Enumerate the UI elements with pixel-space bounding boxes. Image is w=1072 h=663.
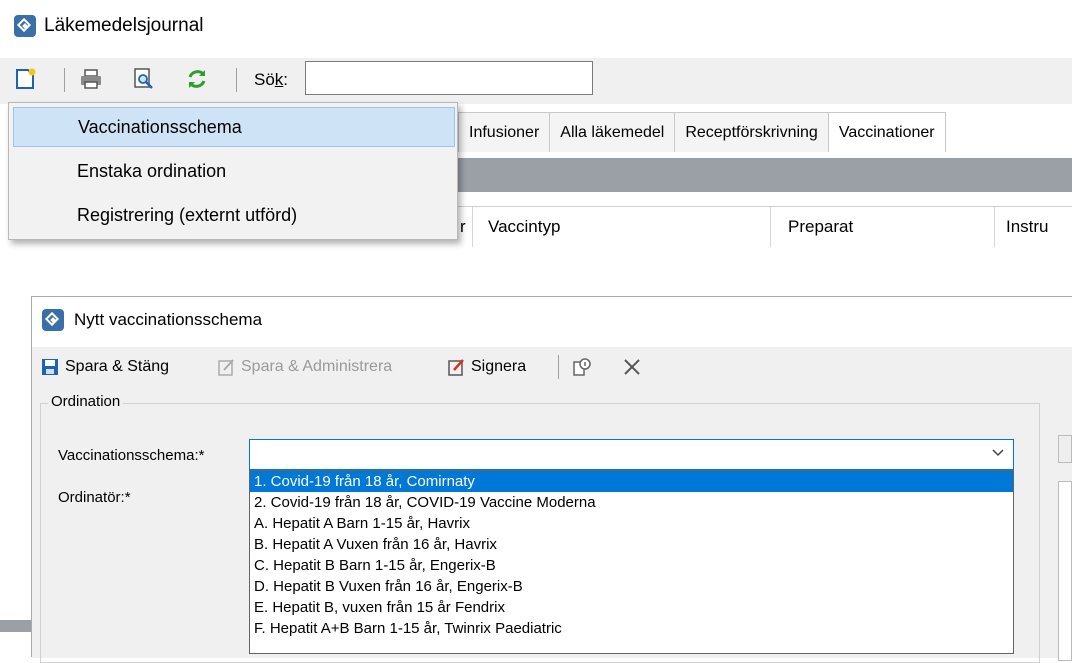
- app-logo-icon: [14, 15, 36, 37]
- save-icon: [42, 359, 58, 375]
- app-title-bar: Läkemedelsjournal: [14, 12, 204, 40]
- print-preview-button[interactable]: [128, 64, 158, 94]
- sign-icon: [448, 359, 464, 376]
- schedule-label: Vaccinationsschema:*: [58, 447, 205, 464]
- print-preview-icon: [134, 68, 153, 89]
- list-item[interactable]: C. Hepatit B Barn 1-15 år, Engerix-B: [250, 555, 1013, 576]
- right-panel-box: [1058, 481, 1072, 661]
- new-button[interactable]: [10, 64, 40, 94]
- grid-group-bar: [458, 158, 1072, 192]
- list-item[interactable]: D. Hepatit B Vuxen från 16 år, Engerix-B: [250, 576, 1013, 597]
- schedule-combobox[interactable]: [249, 439, 1014, 470]
- info-document-icon: [573, 358, 591, 376]
- column-header-preparat[interactable]: Preparat: [788, 217, 853, 237]
- list-item[interactable]: E. Hepatit B, vuxen från 15 år Fendrix: [250, 597, 1013, 618]
- column-header-instruktion[interactable]: Instru: [1006, 217, 1049, 237]
- list-item[interactable]: B. Hepatit A Vuxen från 16 år, Havrix: [250, 534, 1013, 555]
- toolbar-separator: [64, 68, 65, 92]
- menu-item-vaccinationsschema[interactable]: Vaccinationsschema: [13, 107, 455, 147]
- app-title: Läkemedelsjournal: [44, 15, 204, 36]
- list-item[interactable]: 1. Covid-19 från 18 år, Comirnaty: [250, 471, 1013, 492]
- save-close-button[interactable]: Spara & Stäng: [40, 357, 169, 377]
- sign-button[interactable]: Signera: [446, 357, 526, 377]
- right-panel-tab[interactable]: [1058, 435, 1072, 463]
- save-administer-button[interactable]: Spara & Administrera: [216, 357, 392, 377]
- close-button[interactable]: [622, 357, 642, 377]
- tab-vaccinationer[interactable]: Vaccinationer: [827, 112, 946, 152]
- refresh-button[interactable]: [182, 64, 212, 94]
- tab-infusioner[interactable]: Infusioner: [458, 112, 551, 152]
- main-toolbar: Sök:: [0, 58, 1072, 104]
- new-document-icon: [16, 68, 36, 89]
- menu-item-enstaka-ordination[interactable]: Enstaka ordination: [13, 151, 455, 191]
- close-icon: [624, 359, 640, 375]
- refresh-icon: [188, 70, 206, 88]
- prescriber-label: Ordinatör:*: [58, 489, 131, 506]
- info-button[interactable]: [572, 357, 592, 377]
- search-input[interactable]: [305, 61, 593, 95]
- dialog-title-bar: Nytt vaccinationsschema: [42, 309, 262, 331]
- dialog-logo-icon: [42, 309, 64, 331]
- ordination-group-label: Ordination: [48, 393, 124, 410]
- edit-disabled-icon: [218, 359, 234, 376]
- schedule-dropdown-list: 1. Covid-19 från 18 år, Comirnaty 2. Cov…: [249, 470, 1014, 654]
- tab-alla-lakemedel[interactable]: Alla läkemedel: [549, 112, 676, 152]
- search-label: Sök:: [254, 70, 289, 89]
- column-header-partial[interactable]: r: [460, 217, 466, 237]
- new-dropdown-menu: Vaccinationsschema Enstaka ordination Re…: [8, 102, 458, 240]
- list-item[interactable]: 2. Covid-19 från 18 år, COVID-19 Vaccine…: [250, 492, 1013, 513]
- tab-receptforskrivning[interactable]: Receptförskrivning: [674, 112, 829, 152]
- new-vaccination-schedule-dialog: Nytt vaccinationsschema Spara & Stäng Sp…: [31, 296, 1072, 663]
- list-item[interactable]: F. Hepatit A+B Barn 1-15 år, Twinrix Pae…: [250, 618, 1013, 639]
- print-button[interactable]: [76, 64, 106, 94]
- dialog-toolbar: Spara & Stäng Spara & Administrera Signe…: [32, 347, 1072, 387]
- toolbar-separator: [558, 355, 559, 379]
- column-separator: [472, 207, 473, 247]
- tab-strip: Infusioner Alla läkemedel Receptförskriv…: [458, 112, 946, 152]
- toolbar-separator: [236, 68, 237, 92]
- printer-icon: [81, 69, 101, 89]
- background-bar: [0, 620, 31, 632]
- menu-item-registrering[interactable]: Registrering (externt utförd): [13, 195, 455, 235]
- column-header-vaccintyp[interactable]: Vaccintyp: [488, 217, 560, 237]
- column-separator: [770, 207, 771, 247]
- right-panel-edge: [1054, 397, 1072, 661]
- column-separator: [994, 207, 995, 247]
- chevron-down-icon: [992, 449, 1004, 457]
- dialog-title: Nytt vaccinationsschema: [74, 310, 263, 329]
- list-item[interactable]: A. Hepatit A Barn 1-15 år, Havrix: [250, 513, 1013, 534]
